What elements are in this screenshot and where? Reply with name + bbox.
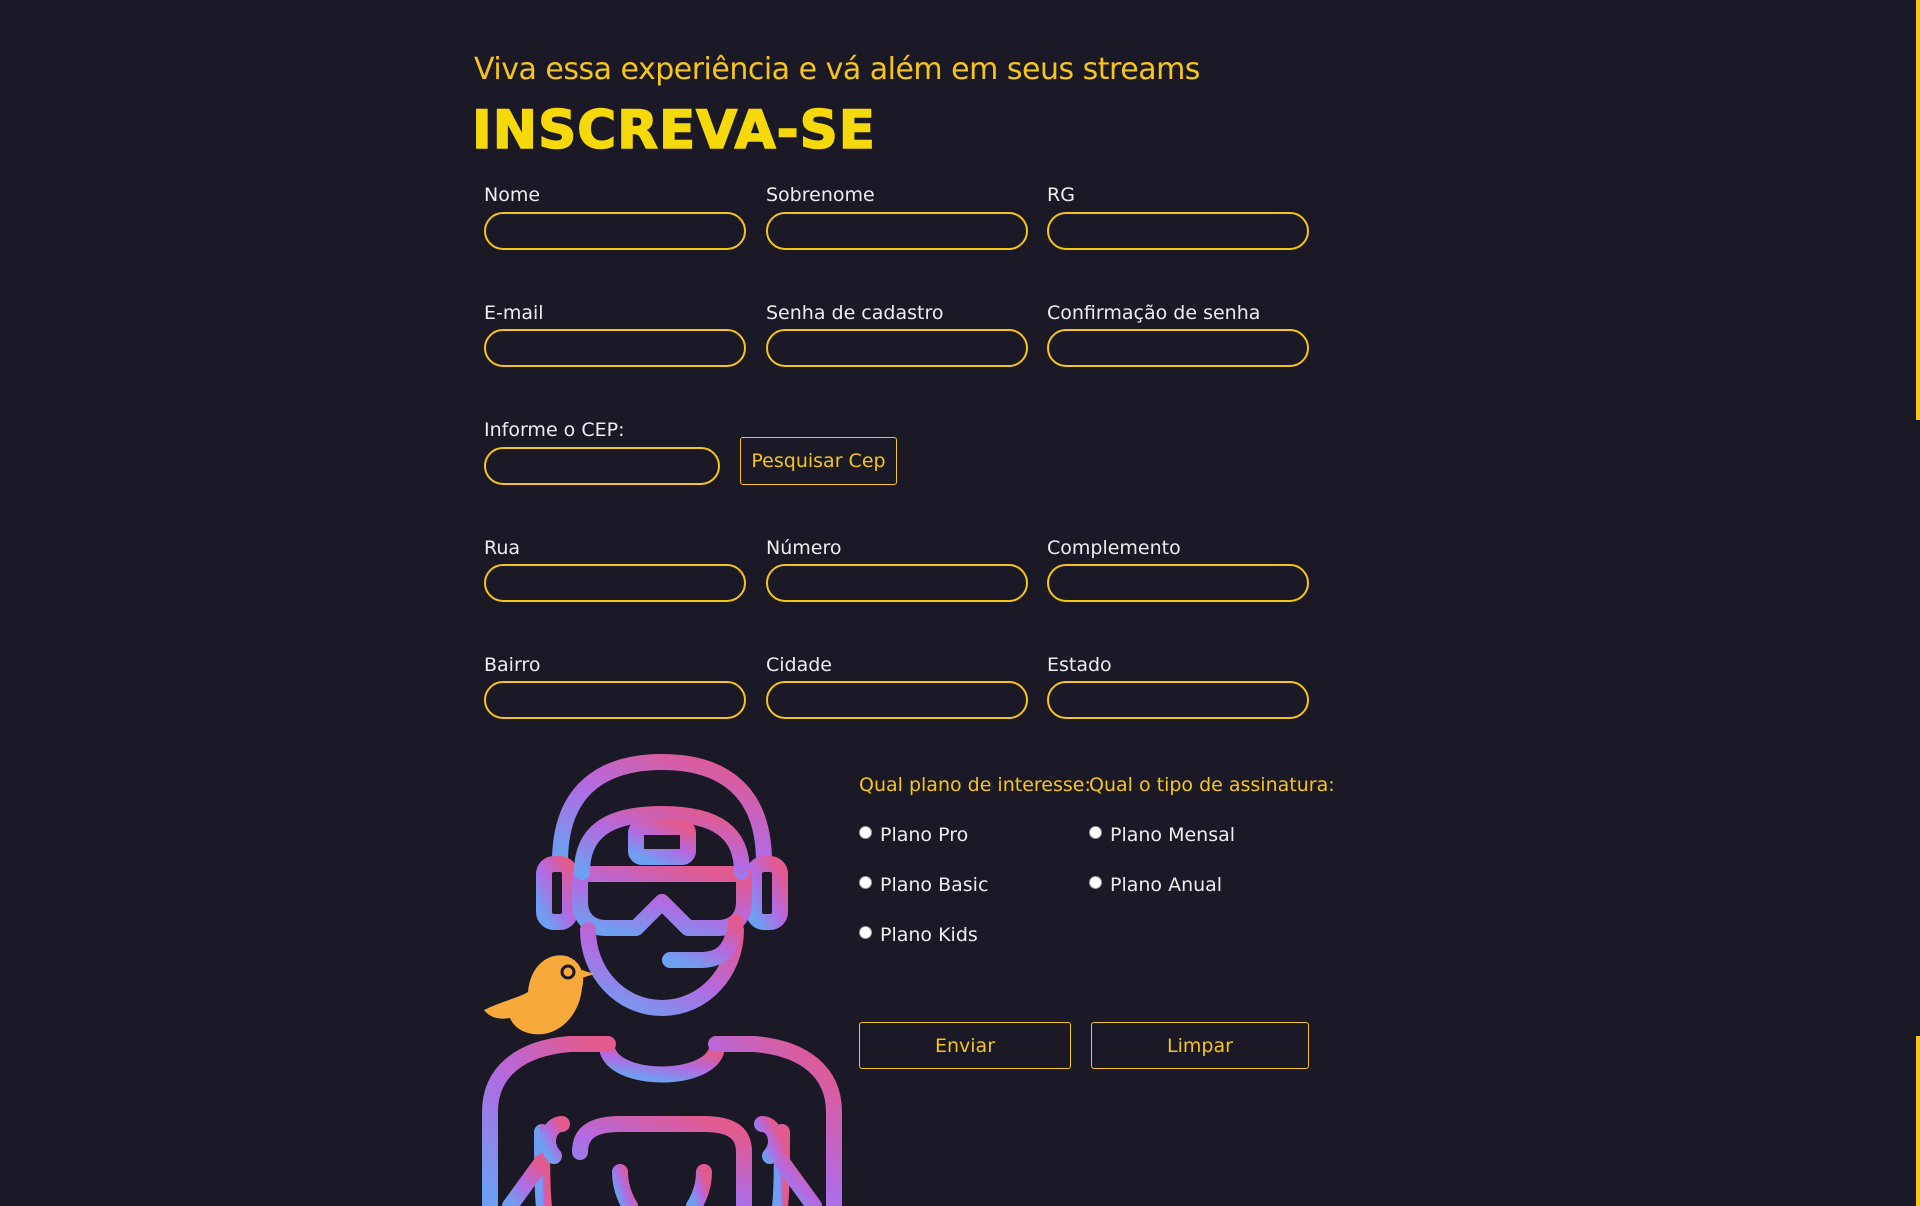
rg-input[interactable] xyxy=(1047,212,1309,250)
page-title: INSCREVA-SE xyxy=(471,99,876,162)
subscription-option-label: Plano Anual xyxy=(1110,874,1223,896)
radio-button[interactable] xyxy=(1089,825,1102,839)
numero-label: Número xyxy=(766,537,842,559)
subscription-option-anual[interactable]: Plano Anual xyxy=(1089,874,1222,896)
email-label: E-mail xyxy=(484,302,544,324)
nome-input[interactable] xyxy=(484,212,746,250)
complemento-label: Complemento xyxy=(1047,537,1181,559)
sobrenome-label: Sobrenome xyxy=(766,184,875,206)
plan-option-pro[interactable]: Plano Pro xyxy=(859,824,968,846)
page-subtitle: Viva essa experiência e vá além em seus … xyxy=(474,52,1200,87)
plan-option-basic[interactable]: Plano Basic xyxy=(859,874,988,896)
rg-label: RG xyxy=(1047,184,1075,206)
confirmacao-senha-label: Confirmação de senha xyxy=(1047,302,1261,324)
plan-question: Qual plano de interesse: xyxy=(859,774,1091,796)
rua-label: Rua xyxy=(484,537,521,559)
search-cep-button[interactable]: Pesquisar Cep xyxy=(740,437,897,485)
subscription-option-label: Plano Mensal xyxy=(1110,824,1236,846)
radio-button[interactable] xyxy=(859,925,872,939)
sobrenome-input[interactable] xyxy=(766,212,1028,250)
bairro-input[interactable] xyxy=(484,681,746,719)
estado-label: Estado xyxy=(1047,654,1112,676)
radio-button[interactable] xyxy=(859,825,872,839)
radio-button[interactable] xyxy=(1089,875,1102,889)
complemento-input[interactable] xyxy=(1047,564,1309,602)
submit-button[interactable]: Enviar xyxy=(859,1022,1071,1069)
estado-input[interactable] xyxy=(1047,681,1309,719)
scrollbar-thumb-bottom[interactable] xyxy=(1916,1036,1920,1206)
confirmacao-senha-input[interactable] xyxy=(1047,329,1309,367)
bird-icon xyxy=(484,955,594,1035)
signup-page: Viva essa experiência e vá além em seus … xyxy=(0,0,1920,1206)
gamer-illustration-icon xyxy=(482,754,842,1206)
scrollbar-thumb-top[interactable] xyxy=(1916,0,1920,420)
cep-label: Informe o CEP: xyxy=(484,419,625,441)
cidade-label: Cidade xyxy=(766,654,832,676)
nome-label: Nome xyxy=(484,184,541,206)
plan-option-label: Plano Kids xyxy=(880,924,978,946)
subscription-option-mensal[interactable]: Plano Mensal xyxy=(1089,824,1235,846)
cep-input[interactable] xyxy=(484,447,720,485)
radio-button[interactable] xyxy=(859,875,872,889)
subscription-question: Qual o tipo de assinatura: xyxy=(1089,774,1335,796)
plan-option-kids[interactable]: Plano Kids xyxy=(859,924,978,946)
plan-option-label: Plano Basic xyxy=(880,874,989,896)
numero-input[interactable] xyxy=(766,564,1028,602)
plan-option-label: Plano Pro xyxy=(880,824,969,846)
cidade-input[interactable] xyxy=(766,681,1028,719)
scrollbar[interactable] xyxy=(1908,0,1920,1206)
senha-input[interactable] xyxy=(766,329,1028,367)
reset-button[interactable]: Limpar xyxy=(1091,1022,1309,1069)
email-input[interactable] xyxy=(484,329,746,367)
senha-label: Senha de cadastro xyxy=(766,302,944,324)
bairro-label: Bairro xyxy=(484,654,541,676)
rua-input[interactable] xyxy=(484,564,746,602)
